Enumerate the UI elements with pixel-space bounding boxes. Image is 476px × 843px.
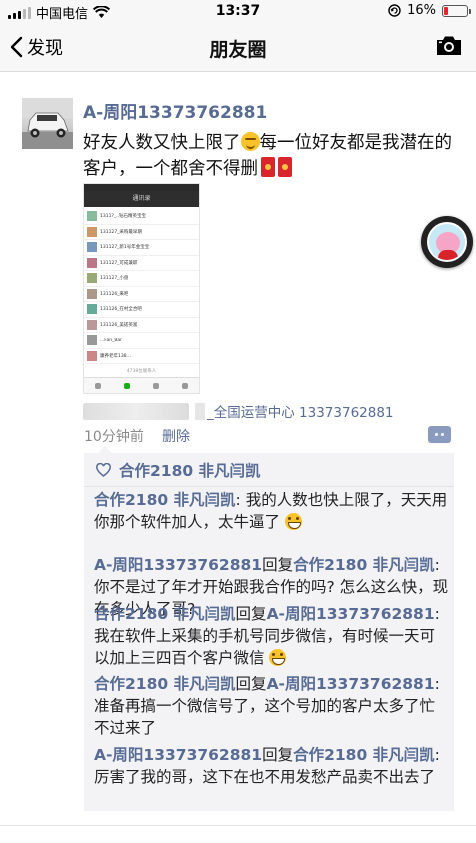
thumb-contact-name: 131126_美搓英富 bbox=[100, 322, 138, 328]
thumb-contact-row: 131126_在村全合吧 bbox=[84, 302, 199, 318]
comments-box: 合作2180 非凡闫凯 合作2180 非凡闫凯: 我的人数也快上限了，天天用你那… bbox=[84, 446, 454, 811]
thumb-contact-avatar bbox=[87, 226, 97, 237]
thumb-contact-name: 131126_来吧 bbox=[100, 291, 129, 297]
thumb-contact-row: 1311?_..钻石精英宝宝 bbox=[84, 209, 199, 225]
battery-icon bbox=[442, 4, 471, 17]
comment-author[interactable]: 合作2180 非凡闫凯 bbox=[94, 491, 236, 509]
reply-word: 回复 bbox=[235, 675, 267, 693]
thumb-contact-avatar bbox=[87, 257, 97, 268]
thumb-contact-name: 131127_可成兼职 bbox=[100, 260, 138, 266]
thumb-contact-name: 131126_在村全合吧 bbox=[100, 307, 142, 313]
blurred-region bbox=[195, 402, 205, 420]
thumb-tab-bar bbox=[84, 377, 199, 393]
reply-word: 回复 bbox=[262, 556, 294, 574]
reply-target[interactable]: 合作2180 非凡闫凯 bbox=[293, 746, 435, 764]
comment-author[interactable]: 合作2180 非凡闫凯 bbox=[94, 675, 236, 693]
comment-item[interactable]: 合作2180 非凡闫凯回复A-周阳13373762881: 准备再搞一个微信号了… bbox=[94, 673, 450, 739]
red-envelope-icon bbox=[261, 157, 275, 177]
thumb-contact-name: 131127_新1号年金宝宝 bbox=[100, 245, 150, 251]
sweat-smile-emoji-icon bbox=[240, 132, 260, 151]
source-text: _全国运营中心 13373762881 bbox=[207, 405, 394, 421]
grin-emoji-icon bbox=[284, 513, 302, 530]
thumb-contact-name: 康养老年138... bbox=[100, 353, 131, 359]
floating-assistant-button[interactable] bbox=[421, 216, 473, 268]
thumb-contact-row: 131126_来吧 bbox=[84, 287, 199, 302]
thumb-contact-name: 1311?_..钻石精英宝宝 bbox=[100, 214, 146, 220]
delete-button[interactable]: 删除 bbox=[162, 426, 190, 446]
thumb-contact-row: 131127_新1号年金宝宝 bbox=[84, 240, 199, 256]
battery-percent: 16% bbox=[407, 3, 436, 18]
camera-button[interactable] bbox=[436, 35, 462, 60]
blurred-region bbox=[83, 402, 189, 420]
reply-target[interactable]: 合作2180 非凡闫凯 bbox=[293, 556, 435, 574]
poster-name[interactable]: A-周阳13373762881 bbox=[83, 98, 267, 123]
thumb-contact-avatar bbox=[87, 288, 97, 299]
thumb-contact-name: 131127_采购最早期 bbox=[100, 229, 142, 235]
divider bbox=[0, 825, 476, 826]
thumb-contact-avatar bbox=[87, 211, 97, 222]
poster-avatar[interactable] bbox=[22, 98, 73, 149]
thumb-contact-avatar bbox=[87, 335, 97, 346]
thumb-contact-name: 131127_小盘 bbox=[100, 276, 129, 282]
heart-icon bbox=[96, 462, 111, 477]
thumb-contact-count: 4738位联系人 bbox=[126, 369, 157, 374]
thumb-status-bar bbox=[84, 184, 199, 191]
reply-word: 回复 bbox=[235, 605, 267, 623]
post-image[interactable]: 通讯录 1311?_..钻石精英宝宝 131127_采购最早期 131127_新1号… bbox=[83, 183, 200, 394]
comment-author[interactable]: 合作2180 非凡闫凯 bbox=[94, 605, 236, 623]
more-icon[interactable] bbox=[428, 426, 451, 443]
pig-avatar-icon bbox=[427, 222, 467, 262]
thumb-contact-avatar bbox=[87, 319, 97, 330]
post-text: 好友人数又快上限了 每一位好友都是我潜在的客户，一个都舍不得删 bbox=[83, 130, 455, 182]
post-source-link[interactable]: _全国运营中心 13373762881 bbox=[83, 402, 394, 421]
status-right: 16% bbox=[388, 3, 471, 18]
comment-item[interactable]: A-周阳13373762881回复合作2180 非凡闫凯: 厉害了我的哥，这下在… bbox=[94, 744, 450, 788]
comment-author[interactable]: A-周阳13373762881 bbox=[94, 746, 262, 764]
car-avatar-image bbox=[22, 98, 73, 149]
thumb-contact-name: ...Fan_Bar bbox=[100, 337, 123, 343]
thumb-contact-list: 1311?_..钻石精英宝宝 131127_采购最早期 131127_新1号年金宝宝… bbox=[84, 207, 199, 364]
thumb-contact-avatar bbox=[87, 350, 97, 361]
page-title: 朋友圈 bbox=[209, 39, 267, 61]
post-text-part1: 好友人数又快上限了 bbox=[83, 133, 241, 153]
thumb-contact-row: 131127_采购最早期 bbox=[84, 225, 199, 240]
location-lock-icon bbox=[388, 4, 401, 17]
reply-target[interactable]: A-周阳13373762881 bbox=[267, 675, 435, 693]
red-envelope-icon bbox=[278, 157, 292, 177]
comment-author[interactable]: A-周阳13373762881 bbox=[94, 556, 262, 574]
thumb-contact-row: ...Fan_Bar bbox=[84, 333, 199, 349]
status-bar: 中国电信 13:37 16% bbox=[0, 0, 476, 22]
thumb-contact-row: 131127_小盘 bbox=[84, 271, 199, 287]
grin-emoji-icon bbox=[269, 649, 287, 666]
comment-item[interactable]: 合作2180 非凡闫凯回复A-周阳13373762881: 我在软件上采集的手机… bbox=[94, 603, 450, 669]
thumb-contact-avatar bbox=[87, 273, 97, 284]
thumb-contact-row: 131126_美搓英富 bbox=[84, 318, 199, 333]
thumb-contact-row: 康养老年138... bbox=[84, 349, 199, 364]
thumb-contact-avatar bbox=[87, 242, 97, 253]
comment-item[interactable]: 合作2180 非凡闫凯: 我的人数也快上限了，天天用你那个软件加人，太牛逼了 bbox=[94, 489, 450, 533]
nav-bar: 发现 朋友圈 bbox=[0, 22, 476, 72]
thumb-contact-row: 131127_可成兼职 bbox=[84, 256, 199, 271]
post-time: 10分钟前 bbox=[84, 429, 144, 445]
like-names[interactable]: 合作2180 非凡闫凯 bbox=[119, 459, 261, 481]
camera-icon bbox=[437, 36, 461, 55]
thumb-contact-avatar bbox=[87, 304, 97, 315]
reply-target[interactable]: A-周阳13373762881 bbox=[267, 605, 435, 623]
likes-row: 合作2180 非凡闫凯 bbox=[84, 453, 454, 487]
thumb-title: 通讯录 bbox=[84, 191, 199, 207]
reply-word: 回复 bbox=[262, 746, 294, 764]
battery-fill bbox=[444, 6, 448, 15]
